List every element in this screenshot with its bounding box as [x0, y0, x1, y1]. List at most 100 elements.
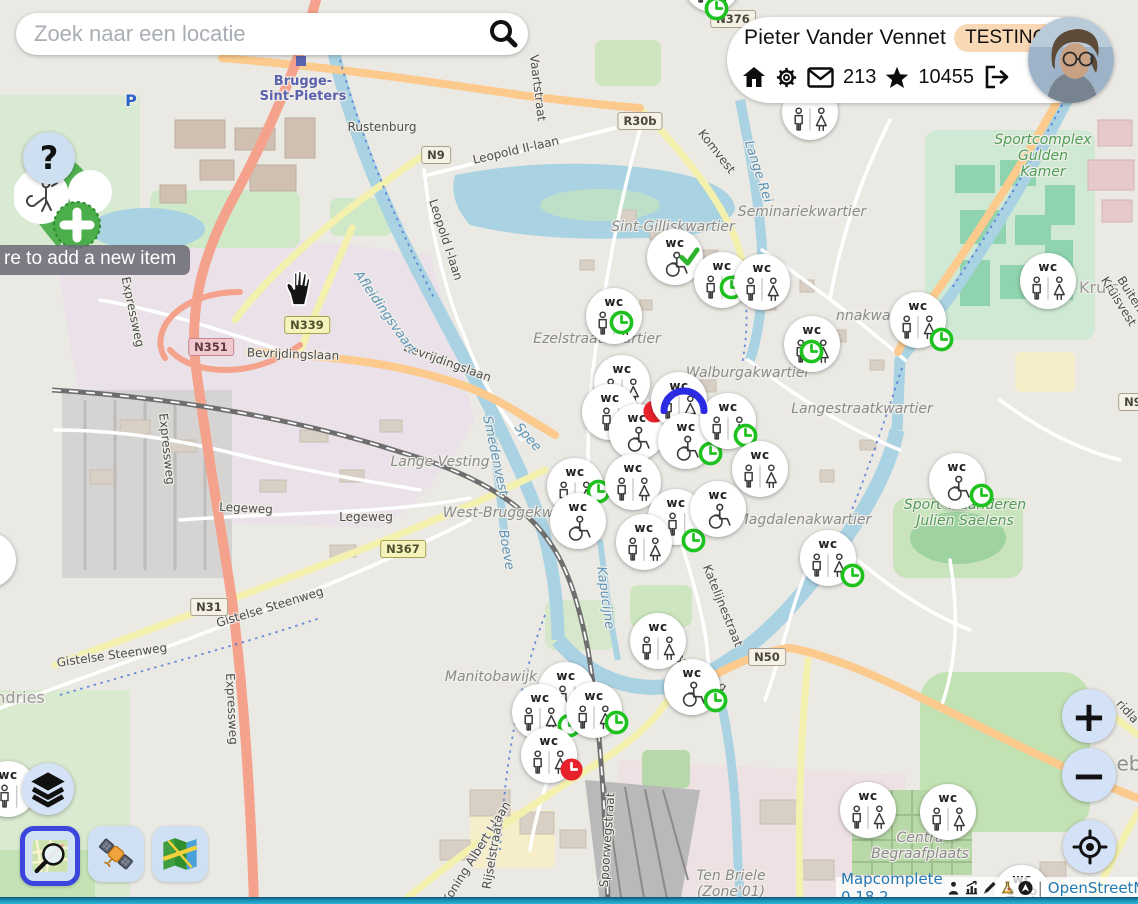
map-stage[interactable]: Brugge- Sint-PietersPRustenburgVaartstra… [0, 0, 1138, 904]
toilet-marker-label: wc [666, 497, 685, 509]
zoom-out-button[interactable]: − [1062, 748, 1116, 802]
layers-button[interactable] [22, 763, 74, 815]
toilet-marker[interactable]: wc [586, 288, 642, 344]
toilet-marker-label: wc [669, 380, 688, 392]
toilet-marker[interactable]: wc [690, 481, 746, 537]
toilet-marker-label: wc [718, 401, 737, 413]
osm-map-icon [30, 836, 70, 876]
geolocate-button[interactable] [1063, 820, 1116, 873]
background-style-satellite-button[interactable] [88, 826, 144, 882]
help-label: ? [40, 139, 59, 177]
toilet-marker-label: wc [600, 392, 619, 404]
toilet-marker-label: wc [0, 769, 18, 781]
help-button[interactable]: ? [23, 132, 75, 184]
toilet-marker-label: wc [802, 324, 821, 336]
toilet-marker[interactable]: wc [630, 613, 686, 669]
attribution-bar[interactable]: Mapcomplete 0.18.2 | OpenStreetMap [836, 877, 1138, 899]
toilet-marker[interactable]: wc [890, 292, 946, 348]
station-icon [296, 56, 306, 66]
toilet-marker-label: wc [908, 300, 927, 312]
toilet-marker[interactable]: wc [521, 727, 577, 783]
toilet-marker[interactable]: wc [1020, 253, 1076, 309]
zoom-out-label: − [1071, 751, 1106, 800]
toilet-marker[interactable]: wc [929, 453, 985, 509]
toilet-marker-label: wc [818, 538, 837, 550]
man-woman-pictogram [613, 476, 653, 503]
mapillary-icon[interactable] [1018, 880, 1033, 896]
man-woman-pictogram [638, 635, 678, 662]
user-name: Pieter Vander Vennet [744, 26, 946, 50]
toilet-marker[interactable]: wc [734, 254, 790, 310]
toilet-marker-label: wc [858, 790, 877, 802]
toilet-marker-label: wc [565, 466, 584, 478]
toilet-marker-label: wc [750, 449, 769, 461]
hand-cursor [283, 268, 317, 308]
search-bar[interactable] [16, 13, 528, 55]
man-woman-pictogram [928, 806, 968, 833]
man-woman-pictogram [848, 804, 888, 831]
toilet-marker-label: wc [1038, 261, 1057, 273]
wheelchair-pictogram [703, 503, 733, 530]
toilet-marker-label: wc [623, 462, 642, 474]
background-style-osm-button[interactable] [20, 826, 80, 886]
toilet-marker[interactable]: wc [616, 514, 672, 570]
opening-hours-closed-badge [559, 757, 584, 782]
toilet-marker[interactable]: wc [920, 784, 976, 840]
opening-hours-open-badge [929, 327, 954, 352]
toilet-marker-label: wc [712, 260, 731, 272]
toilet-marker-label: wc [634, 522, 653, 534]
pencil-icon[interactable] [982, 880, 997, 896]
attribution-separator: | [1038, 879, 1043, 897]
toilet-marker[interactable]: wc [840, 782, 896, 838]
man-woman-pictogram [790, 106, 830, 133]
chart-icon[interactable] [964, 880, 979, 896]
osm-link[interactable]: OpenStreetMap [1048, 879, 1138, 897]
toilet-marker[interactable]: wc [664, 659, 720, 715]
search-icon[interactable] [486, 17, 520, 51]
opening-hours-open-badge [799, 339, 824, 364]
toilet-marker-label: wc [676, 421, 695, 433]
statistics-icon[interactable] [946, 880, 961, 896]
background-style-map-button[interactable] [152, 826, 208, 882]
wheelchair-pictogram [622, 426, 652, 453]
zoom-in-button[interactable]: + [1062, 689, 1116, 743]
satellite-icon [95, 833, 137, 875]
opening-hours-open-badge [969, 483, 994, 508]
zoom-in-label: + [1071, 692, 1106, 741]
toilet-marker[interactable]: wc [550, 493, 606, 549]
wheelchair-pictogram [942, 475, 972, 502]
folded-map-icon [160, 834, 200, 874]
man-woman-pictogram [624, 536, 664, 563]
toilet-marker-label: wc [947, 461, 966, 473]
labs-icon[interactable] [1000, 880, 1015, 896]
toilet-marker-label: wc [539, 735, 558, 747]
wheelchair-pictogram [671, 435, 701, 462]
toilet-marker[interactable]: wc [800, 530, 856, 586]
toilet-marker-label: wc [530, 692, 549, 704]
toilet-marker[interactable]: wc [784, 316, 840, 372]
opening-hours-open-badge [604, 710, 629, 735]
layers-icon [28, 769, 68, 809]
toilet-marker[interactable]: wc [566, 682, 622, 738]
man-woman-pictogram [740, 463, 780, 490]
avatar[interactable] [1028, 17, 1114, 103]
toilet-marker-label: wc [612, 363, 631, 375]
wheelchair-pictogram [563, 515, 593, 542]
toilet-marker-label: wc [568, 501, 587, 513]
messages-count: 213 [843, 66, 876, 89]
logout-icon[interactable] [983, 65, 1009, 89]
toilet-marker[interactable]: wc [732, 441, 788, 497]
man-pictogram [0, 783, 21, 810]
toilet-marker-label: wc [648, 621, 667, 633]
gear-icon[interactable] [775, 66, 798, 89]
crosshair-icon [1072, 829, 1108, 865]
mail-icon[interactable] [807, 67, 834, 88]
toilet-marker-label: wc [556, 670, 575, 682]
home-icon[interactable] [742, 65, 766, 89]
search-input[interactable] [16, 21, 486, 47]
opening-hours-open-badge [704, 0, 729, 21]
toilet-marker[interactable]: wc [700, 393, 756, 449]
man-woman-pictogram [742, 276, 782, 303]
star-icon[interactable] [885, 66, 909, 89]
toilet-marker-label: wc [752, 262, 771, 274]
